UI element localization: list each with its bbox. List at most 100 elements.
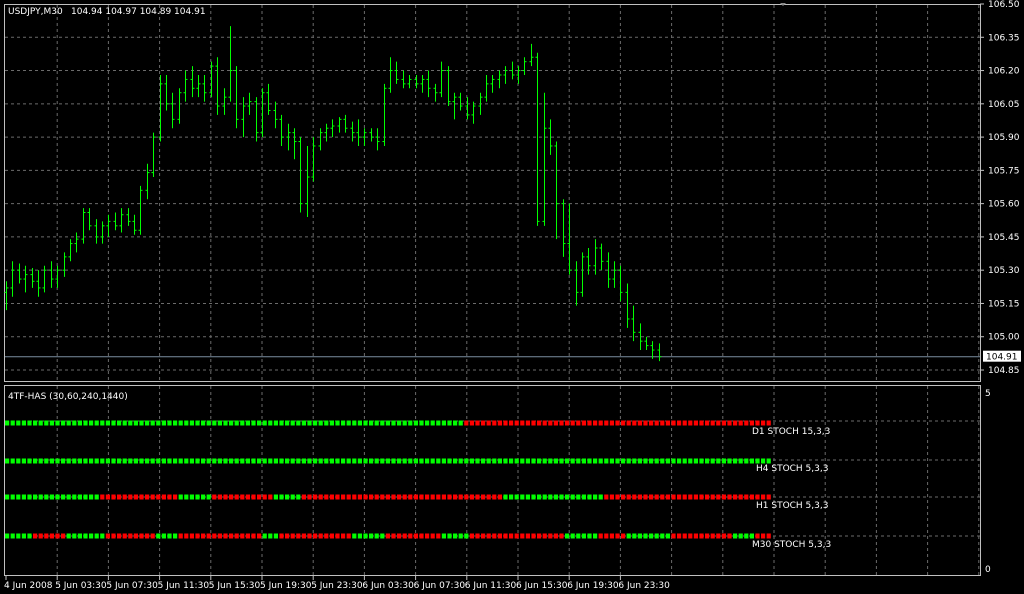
price-label: 104.85 <box>988 366 1020 376</box>
signal-cell <box>621 494 626 500</box>
signal-cell <box>514 494 519 500</box>
signal-cell <box>570 533 575 539</box>
signal-cell <box>245 420 250 426</box>
signal-cell <box>122 420 127 426</box>
signal-cell <box>436 533 441 539</box>
signal-cell <box>693 533 698 539</box>
signal-cell <box>296 533 301 539</box>
signal-cell <box>727 533 732 539</box>
signal-cell <box>374 420 379 426</box>
signal-cell <box>27 420 32 426</box>
signal-cell <box>318 420 323 426</box>
time-label: 5 Jun 23:30 <box>311 581 363 591</box>
signal-cell <box>206 458 211 464</box>
signal-cell <box>161 458 166 464</box>
signal-cell <box>671 533 676 539</box>
signal-cell <box>369 420 374 426</box>
signal-cell <box>710 494 715 500</box>
signal-cell <box>643 494 648 500</box>
signal-cell <box>721 494 726 500</box>
signal-cell <box>520 458 525 464</box>
price-label: 105.90 <box>988 133 1020 143</box>
signal-cell <box>615 420 620 426</box>
signal-cell <box>520 533 525 539</box>
signal-row-h4 <box>5 458 771 464</box>
signal-cell <box>503 458 508 464</box>
signal-cell <box>223 420 228 426</box>
signal-cell <box>716 420 721 426</box>
row-label-h1: H1 STOCH 5,3,3 <box>756 501 828 511</box>
signal-cell <box>105 533 110 539</box>
signal-cell <box>111 494 116 500</box>
signal-cell <box>576 494 581 500</box>
signal-cell <box>413 420 418 426</box>
signal-cell <box>61 533 66 539</box>
signal-cell <box>44 533 49 539</box>
signal-cell <box>677 533 682 539</box>
signal-cell <box>206 494 211 500</box>
signal-cell <box>497 458 502 464</box>
signal-cell <box>447 458 452 464</box>
signal-cell <box>514 420 519 426</box>
signal-cell <box>509 494 514 500</box>
signal-cell <box>637 533 642 539</box>
current-price-value: 104.91 <box>986 353 1018 363</box>
signal-cell <box>598 533 603 539</box>
signal-cell <box>49 458 54 464</box>
signal-cell <box>189 494 194 500</box>
signal-cell <box>257 533 262 539</box>
signal-cell <box>559 494 564 500</box>
signal-cell <box>307 458 312 464</box>
signal-cell <box>441 533 446 539</box>
signal-cell <box>363 533 368 539</box>
signal-cell <box>397 458 402 464</box>
signal-cell <box>357 533 362 539</box>
signal-cell <box>744 458 749 464</box>
signal-cell <box>133 494 138 500</box>
signal-cell <box>520 420 525 426</box>
signal-cell <box>632 494 637 500</box>
signal-cell <box>77 420 82 426</box>
signal-cell <box>425 458 430 464</box>
signal-cell <box>486 458 491 464</box>
indicator-name: 4TF-HAS (30,60,240,1440) <box>8 392 128 402</box>
signal-cell <box>38 533 43 539</box>
signal-cell <box>587 494 592 500</box>
signal-cell <box>441 458 446 464</box>
signal-cell <box>531 420 536 426</box>
signal-cell <box>509 458 514 464</box>
signal-cell <box>313 420 318 426</box>
signal-cell <box>66 533 71 539</box>
signal-cell <box>212 420 217 426</box>
signal-cell <box>716 533 721 539</box>
signal-cell <box>475 420 480 426</box>
signal-cell <box>357 494 362 500</box>
signal-cell <box>301 494 306 500</box>
signal-cell <box>537 494 542 500</box>
signal-cell <box>296 420 301 426</box>
signal-cell <box>329 458 334 464</box>
signal-cell <box>475 494 480 500</box>
signal-cell <box>10 533 15 539</box>
signal-cell <box>710 533 715 539</box>
signal-cell <box>296 458 301 464</box>
signal-cell <box>245 458 250 464</box>
signal-cell <box>234 458 239 464</box>
signal-cell <box>738 533 743 539</box>
signal-cell <box>481 533 486 539</box>
signal-cell <box>688 420 693 426</box>
signal-cell <box>105 494 110 500</box>
signal-cell <box>492 533 497 539</box>
signal-cell <box>413 458 418 464</box>
signal-cell <box>514 533 519 539</box>
signal-cell <box>33 533 38 539</box>
signal-cell <box>665 494 670 500</box>
signal-cell <box>565 420 570 426</box>
signal-cell <box>587 533 592 539</box>
signal-cell <box>10 458 15 464</box>
signal-cell <box>570 494 575 500</box>
signal-cell <box>436 458 441 464</box>
signal-cell <box>503 420 508 426</box>
signal-cell <box>721 458 726 464</box>
signal-cell <box>251 420 256 426</box>
